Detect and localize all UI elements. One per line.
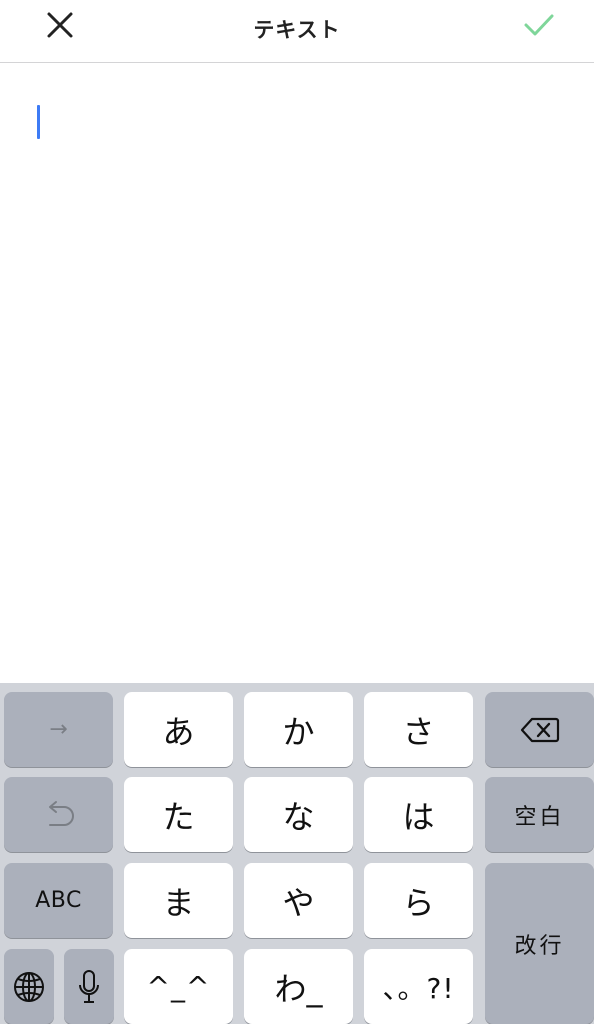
undo-icon <box>42 800 76 830</box>
checkmark-icon <box>523 12 555 42</box>
done-button[interactable] <box>511 4 567 50</box>
text-caret <box>37 105 40 139</box>
key-a[interactable]: あ <box>124 692 233 767</box>
page-title: テキスト <box>253 18 341 42</box>
japanese-kana-keyboard: → あ か さ た な は 空白 ABC ま や ら 改行 ^_^ わ_ 、。?… <box>0 683 594 1024</box>
key-ma[interactable]: ま <box>124 863 233 938</box>
key-ya[interactable]: や <box>244 863 353 938</box>
header-bar: テキスト <box>0 0 594 63</box>
key-ra[interactable]: ら <box>364 863 473 938</box>
space-key[interactable]: 空白 <box>485 777 594 852</box>
key-ka[interactable]: か <box>244 692 353 767</box>
key-ta[interactable]: た <box>124 777 233 852</box>
microphone-icon <box>77 969 101 1005</box>
key-na[interactable]: な <box>244 777 353 852</box>
text-input-area[interactable] <box>0 63 594 683</box>
punctuation-key[interactable]: 、。?! <box>364 949 473 1024</box>
return-key[interactable]: 改行 <box>485 863 594 1024</box>
kaomoji-key[interactable]: ^_^ <box>124 949 233 1024</box>
backspace-key[interactable] <box>485 692 594 767</box>
key-wa[interactable]: わ_ <box>244 949 353 1024</box>
globe-key[interactable] <box>4 949 54 1024</box>
key-ha[interactable]: は <box>364 777 473 852</box>
key-sa[interactable]: さ <box>364 692 473 767</box>
abc-mode-key[interactable]: ABC <box>4 863 113 938</box>
next-candidate-key[interactable]: → <box>4 692 113 767</box>
globe-icon <box>12 970 46 1004</box>
undo-key[interactable] <box>4 777 113 852</box>
backspace-icon <box>520 716 560 744</box>
text-edit-screen: テキスト → あ か さ た な は 空白 ABC ま や ら 改行 ^_^ わ… <box>0 0 594 1024</box>
dictation-key[interactable] <box>64 949 114 1024</box>
